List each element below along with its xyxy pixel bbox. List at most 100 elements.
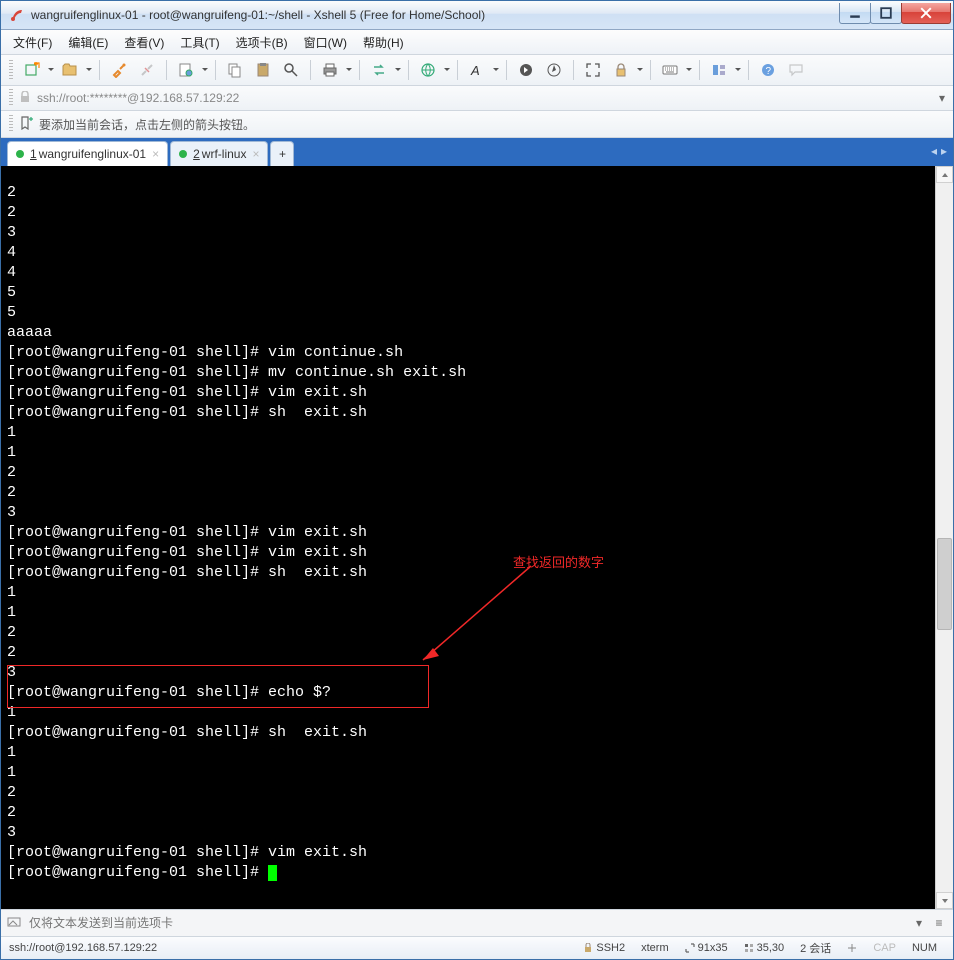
separator xyxy=(573,60,574,80)
tab-nav: ◂ ▸ xyxy=(931,144,947,158)
send-bar: ▾ ≡ xyxy=(1,909,953,936)
menu-view[interactable]: 查看(V) xyxy=(116,32,172,53)
tab-strip: 1 wangruifenglinux-01 × 2 wrf-linux × + … xyxy=(1,138,953,166)
separator xyxy=(506,60,507,80)
print-icon[interactable] xyxy=(317,59,343,81)
tip-text: 要添加当前会话，点击左侧的箭头按钮。 xyxy=(39,116,255,133)
toolbar: A ? xyxy=(1,55,953,86)
separator xyxy=(99,60,100,80)
fullscreen-icon[interactable] xyxy=(580,59,606,81)
session-tab-1[interactable]: 1 wangruifenglinux-01 × xyxy=(7,141,168,166)
terminal[interactable]: 2 2 3 4 4 5 5 aaaaa [root@wangruifeng-01… xyxy=(1,181,935,894)
menu-file[interactable]: 文件(F) xyxy=(5,32,60,53)
disconnect-icon[interactable] xyxy=(134,59,160,81)
new-tab-button[interactable]: + xyxy=(270,141,294,166)
status-spacer xyxy=(847,943,857,953)
tip-bar: 要添加当前会话，点击左侧的箭头按钮。 xyxy=(1,111,953,138)
compass-icon[interactable] xyxy=(541,59,567,81)
titlebar: wangruifenglinux-01 - root@wangruifeng-0… xyxy=(1,1,953,30)
help-icon[interactable]: ? xyxy=(755,59,781,81)
dropdown-icon[interactable]: ▾ xyxy=(939,91,945,105)
chat-icon[interactable] xyxy=(783,59,809,81)
minimize-button[interactable] xyxy=(839,3,871,24)
plus-icon: + xyxy=(279,147,286,161)
session-tab-2[interactable]: 2 wrf-linux × xyxy=(170,141,268,166)
tab-label: wrf-linux xyxy=(202,147,247,161)
annotation-label: 查找返回的数字 xyxy=(513,552,604,571)
tab-number: 1 xyxy=(30,147,37,161)
send-input[interactable] xyxy=(27,915,907,931)
font-icon[interactable]: A xyxy=(464,59,490,81)
menu-edit[interactable]: 编辑(E) xyxy=(60,32,116,53)
window-title: wangruifenglinux-01 - root@wangruifeng-0… xyxy=(31,8,840,22)
connect-icon[interactable] xyxy=(106,59,132,81)
lock-icon xyxy=(19,91,31,106)
separator xyxy=(457,60,458,80)
keyboard-icon[interactable] xyxy=(657,59,683,81)
dropdown-icon[interactable] xyxy=(85,67,93,73)
send-icon[interactable] xyxy=(7,915,21,932)
status-termtype: xterm xyxy=(641,942,669,954)
dropdown-icon[interactable] xyxy=(345,67,353,73)
close-button[interactable] xyxy=(901,3,951,24)
menu-tabs[interactable]: 选项卡(B) xyxy=(228,32,296,53)
send-dropdown-icon[interactable]: ▾ xyxy=(911,916,927,930)
separator xyxy=(699,60,700,80)
app-icon xyxy=(9,7,25,23)
paste-icon[interactable] xyxy=(250,59,276,81)
status-bar: ssh://root@192.168.57.129:22 SSH2 xterm … xyxy=(1,936,953,959)
dropdown-icon[interactable] xyxy=(201,67,209,73)
bookmark-add-icon[interactable] xyxy=(19,116,33,133)
menu-help[interactable]: 帮助(H) xyxy=(355,32,412,53)
lock-icon[interactable] xyxy=(608,59,634,81)
menu-window[interactable]: 窗口(W) xyxy=(296,32,355,53)
transfer-icon[interactable] xyxy=(366,59,392,81)
status-dot-icon xyxy=(16,150,24,158)
svg-text:A: A xyxy=(470,63,480,78)
address-bar: ssh://root:********@192.168.57.129:22 ▾ xyxy=(1,86,953,111)
window-buttons xyxy=(840,3,951,23)
tab-close-icon[interactable]: × xyxy=(152,147,159,161)
separator xyxy=(359,60,360,80)
separator xyxy=(166,60,167,80)
scroll-thumb[interactable] xyxy=(937,538,952,630)
open-icon[interactable] xyxy=(57,59,83,81)
globe-icon[interactable] xyxy=(415,59,441,81)
scroll-up-icon[interactable] xyxy=(936,166,953,183)
tab-close-icon[interactable]: × xyxy=(252,147,259,161)
dropdown-icon[interactable] xyxy=(47,67,55,73)
separator xyxy=(408,60,409,80)
tab-label: wangruifenglinux-01 xyxy=(39,147,146,161)
menubar: 文件(F) 编辑(E) 查看(V) 工具(T) 选项卡(B) 窗口(W) 帮助(… xyxy=(1,30,953,55)
scrollbar[interactable] xyxy=(935,166,953,909)
tab-number: 2 xyxy=(193,147,200,161)
dropdown-icon[interactable] xyxy=(685,67,693,73)
send-menu-icon[interactable]: ≡ xyxy=(931,916,947,930)
separator xyxy=(215,60,216,80)
layout-icon[interactable] xyxy=(706,59,732,81)
scroll-down-icon[interactable] xyxy=(936,892,953,909)
copy-icon[interactable] xyxy=(222,59,248,81)
dropdown-icon[interactable] xyxy=(734,67,742,73)
separator xyxy=(310,60,311,80)
script-icon[interactable] xyxy=(513,59,539,81)
tab-prev-icon[interactable]: ◂ xyxy=(931,144,937,158)
app-window: wangruifenglinux-01 - root@wangruifeng-0… xyxy=(0,0,954,960)
status-pos: 35,30 xyxy=(744,942,785,954)
terminal-area: 2 2 3 4 4 5 5 aaaaa [root@wangruifeng-01… xyxy=(1,166,953,909)
address-text[interactable]: ssh://root:********@192.168.57.129:22 xyxy=(37,91,939,105)
new-session-icon[interactable] xyxy=(19,59,45,81)
tab-next-icon[interactable]: ▸ xyxy=(941,144,947,158)
status-dot-icon xyxy=(179,150,187,158)
dropdown-icon[interactable] xyxy=(636,67,644,73)
properties-icon[interactable] xyxy=(173,59,199,81)
svg-text:?: ? xyxy=(766,66,772,77)
menu-tools[interactable]: 工具(T) xyxy=(172,32,227,53)
dropdown-icon[interactable] xyxy=(443,67,451,73)
status-num: NUM xyxy=(912,942,937,954)
dropdown-icon[interactable] xyxy=(394,67,402,73)
find-icon[interactable] xyxy=(278,59,304,81)
status-sessions: 2 会话 xyxy=(800,940,831,956)
dropdown-icon[interactable] xyxy=(492,67,500,73)
maximize-button[interactable] xyxy=(870,3,902,24)
